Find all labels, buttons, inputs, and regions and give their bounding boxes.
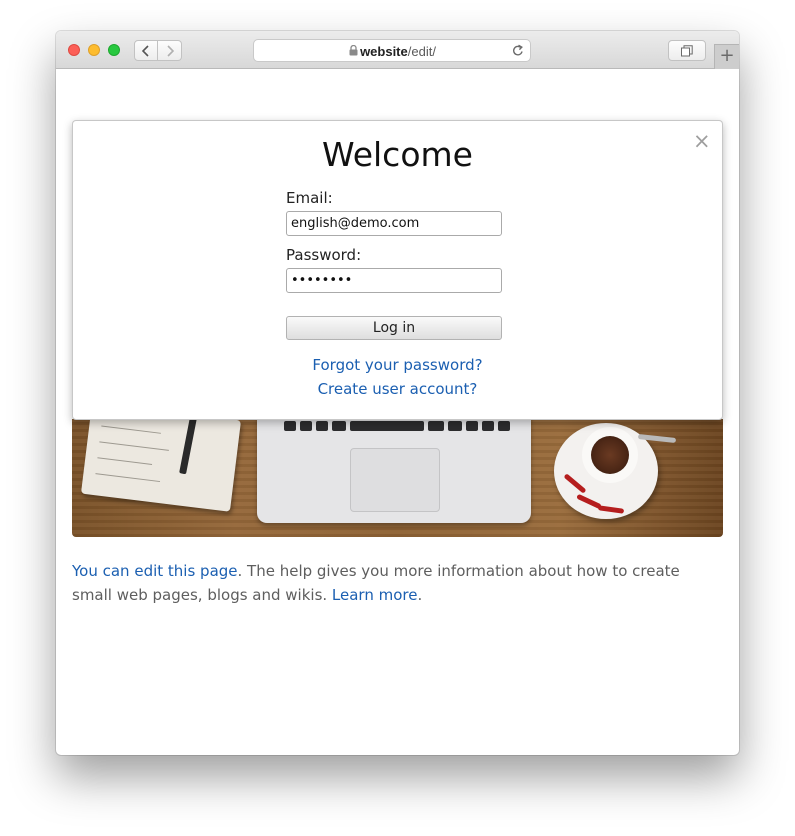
email-field[interactable] — [286, 211, 502, 236]
address-path: /edit/ — [407, 44, 436, 59]
edit-page-link[interactable]: You can edit this page — [72, 562, 238, 580]
login-button[interactable]: Log in — [286, 316, 502, 340]
forward-button[interactable] — [158, 40, 182, 61]
new-tab-button[interactable]: + — [714, 44, 739, 69]
learn-more-link[interactable]: Learn more — [332, 586, 418, 604]
password-label: Password: — [286, 246, 362, 264]
forgot-password-link[interactable]: Forgot your password? — [73, 356, 722, 374]
page-info-text: You can edit this page. The help gives y… — [72, 559, 712, 607]
trackpad-graphic — [350, 448, 440, 512]
browser-window: website/edit/ + × Welcome Email: english… — [56, 31, 739, 755]
back-icon — [142, 44, 149, 57]
info-text-end: . — [417, 586, 423, 604]
zoom-window-button[interactable] — [108, 44, 120, 56]
plus-icon: + — [719, 45, 735, 66]
address-text: website/edit/ — [254, 44, 530, 59]
create-account-link[interactable]: Create user account? — [73, 380, 722, 398]
laptop-graphic — [257, 419, 531, 523]
password-field[interactable] — [286, 268, 502, 293]
show-tabs-button[interactable] — [668, 40, 706, 61]
back-button[interactable] — [134, 40, 158, 61]
address-bar[interactable]: website/edit/ — [253, 39, 531, 62]
login-dialog: × Welcome Email: Password: Log in Forgot… — [72, 120, 723, 420]
reload-icon[interactable] — [512, 44, 524, 57]
minimize-window-button[interactable] — [88, 44, 100, 56]
browser-toolbar: website/edit/ + — [56, 31, 739, 69]
hero-image — [72, 419, 723, 537]
coffee-graphic — [591, 436, 629, 474]
close-window-button[interactable] — [68, 44, 80, 56]
tabs-icon — [681, 44, 693, 56]
pen-graphic — [179, 419, 198, 475]
address-host: website — [360, 44, 408, 59]
forward-icon — [166, 44, 174, 57]
email-label: Email: — [286, 189, 333, 207]
dialog-title: Welcome — [322, 135, 473, 174]
